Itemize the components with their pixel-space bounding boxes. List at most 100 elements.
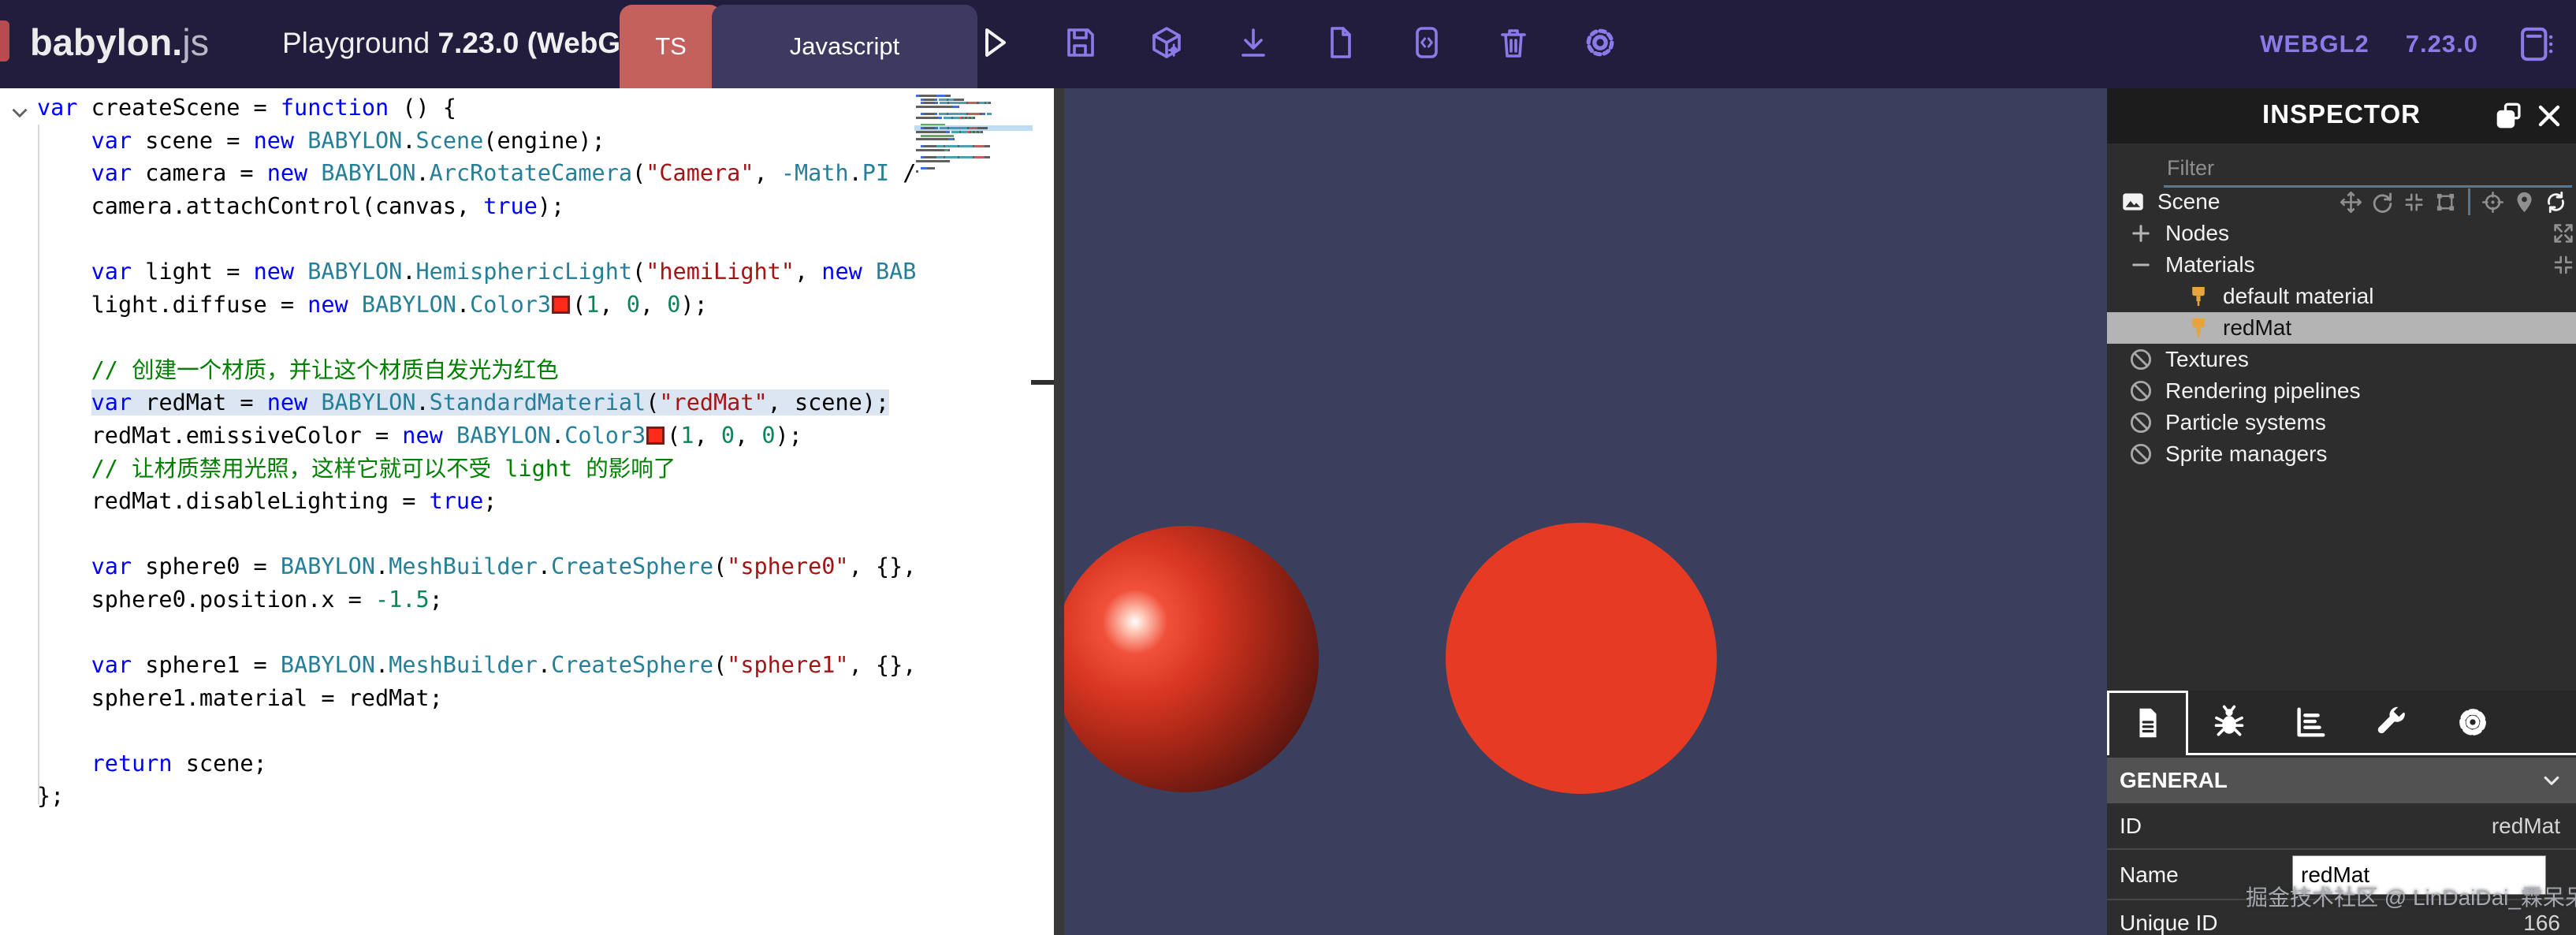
code-line[interactable]: // 让材质禁用光照，这样它就可以不受 light 的影响了 (37, 453, 915, 486)
move-gizmo-icon[interactable] (2339, 190, 2363, 214)
paintbrush-icon[interactable] (2185, 283, 2212, 310)
property-tab-strip (2107, 691, 2576, 755)
slash-circle-icon[interactable] (2127, 346, 2154, 373)
code-line[interactable]: sphere1.material = redMat; (37, 682, 915, 715)
tree-item-label: Nodes (2165, 221, 2229, 246)
new-file-icon[interactable] (1321, 24, 1359, 61)
code-line[interactable]: var createScene = function () { (37, 91, 915, 125)
tree-item-particle-systems[interactable]: Particle systems (2107, 407, 2576, 438)
image-icon[interactable] (2120, 188, 2146, 215)
code-area[interactable]: var createScene = function () { var scen… (37, 91, 915, 813)
collapse-icon[interactable] (2551, 252, 2576, 278)
code-line[interactable]: redMat.emissiveColor = new BABYLON.Color… (37, 419, 915, 453)
rotate-gizmo-icon[interactable] (2370, 190, 2395, 214)
settings-gear-icon[interactable] (1581, 24, 1619, 61)
download-icon[interactable] (1234, 24, 1272, 61)
expand-icon[interactable] (2551, 221, 2576, 246)
code-line[interactable]: var scene = new BABYLON.Scene(engine); (37, 125, 915, 158)
code-line[interactable] (37, 617, 915, 650)
save-icon[interactable] (1061, 24, 1099, 61)
code-line[interactable] (37, 518, 915, 551)
code-line[interactable]: light.diffuse = new BABYLON.Color3(1, 0,… (37, 289, 915, 322)
filter-field (2164, 155, 2574, 188)
code-line[interactable]: sphere0.position.x = -1.5; (37, 583, 915, 617)
property-tab-file-text[interactable] (2107, 691, 2188, 755)
unique-id-label: Unique ID (2120, 911, 2218, 935)
color3-swatch-icon[interactable] (552, 296, 570, 314)
code-line[interactable] (37, 222, 915, 255)
property-tab-stats[interactable] (2269, 691, 2351, 755)
toolbar-separator (2468, 188, 2470, 215)
minus-icon[interactable] (2127, 251, 2154, 278)
property-tab-bug[interactable] (2188, 691, 2269, 755)
playground-title: Playground 7.23.0 (WebGL2) (282, 27, 664, 60)
general-section-title: GENERAL (2120, 768, 2228, 793)
file-text-icon (2130, 705, 2166, 743)
inspector-header: INSPECTOR (2107, 88, 2576, 143)
tree-item-textures[interactable]: Textures (2107, 344, 2576, 375)
tree-item-nodes[interactable]: Nodes (2107, 218, 2576, 249)
picker-icon[interactable] (2481, 190, 2505, 214)
gear-filled-icon (2455, 704, 2491, 743)
filter-input[interactable] (2164, 155, 2572, 188)
code-line[interactable]: var sphere0 = BABYLON.MeshBuilder.Create… (37, 550, 915, 583)
splitter-handle[interactable] (1031, 380, 1054, 385)
slash-circle-icon[interactable] (2127, 409, 2154, 436)
plus-icon[interactable] (2127, 220, 2154, 247)
sphere1-emissive (1446, 523, 1717, 794)
slash-circle-icon[interactable] (2127, 378, 2154, 404)
tree-item-default-material[interactable]: default material (2107, 281, 2576, 312)
tree-item-scene[interactable]: Scene (2107, 186, 2576, 218)
chevron-down-icon (2538, 767, 2565, 794)
render-canvas[interactable] (1064, 88, 2107, 935)
property-tab-gear-filled[interactable] (2432, 691, 2513, 755)
close-icon[interactable] (2532, 99, 2567, 133)
slash-circle-icon[interactable] (2127, 441, 2154, 468)
play-icon[interactable] (974, 24, 1012, 61)
sphere0-shaded (1064, 526, 1319, 792)
code-line[interactable]: var redMat = new BABYLON.StandardMateria… (37, 386, 915, 419)
color3-swatch-icon[interactable] (646, 427, 664, 445)
property-tab-wrench[interactable] (2351, 691, 2432, 755)
code-line[interactable]: return scene; (37, 747, 915, 780)
code-line[interactable]: redMat.disableLighting = true; (37, 485, 915, 518)
export-mesh-icon[interactable] (1148, 24, 1186, 61)
version-badge: 7.23.0 (2406, 30, 2478, 58)
webgl-badge: WEBGL2 (2260, 30, 2369, 58)
general-section-header[interactable]: GENERAL (2107, 758, 2576, 803)
scale-gizmo-icon[interactable] (2402, 190, 2426, 214)
code-line[interactable] (37, 321, 915, 354)
property-row-id: ID redMat (2107, 803, 2576, 850)
tab-typescript[interactable]: TS (620, 5, 722, 88)
tree-item-sprite-managers[interactable]: Sprite managers (2107, 438, 2576, 470)
delete-icon[interactable] (1495, 24, 1532, 61)
editor-canvas-splitter[interactable] (1054, 88, 1064, 935)
babylon-playground-window: babylon.js Playground 7.23.0 (WebGL2) TS… (0, 0, 2576, 935)
babylon-logo[interactable]: babylon.js (30, 20, 209, 64)
minimap[interactable] (916, 95, 1031, 174)
docs-icon[interactable] (2515, 20, 2557, 68)
code-line[interactable]: }; (37, 780, 915, 813)
tree-item-label: default material (2223, 284, 2373, 309)
code-line[interactable]: // 创建一个材质，并让这个材质自发光为红色 (37, 354, 915, 387)
tree-item-redmat[interactable]: redMat (2107, 312, 2576, 344)
bounding-box-icon[interactable] (2433, 190, 2458, 214)
code-line[interactable]: camera.attachControl(canvas, true); (37, 190, 915, 223)
tree-item-label: Materials (2165, 252, 2255, 278)
tree-item-label: Rendering pipelines (2165, 378, 2361, 404)
tab-javascript[interactable]: Javascript (712, 5, 977, 88)
tree-item-materials[interactable]: Materials (2107, 249, 2576, 281)
popup-icon[interactable] (2492, 99, 2527, 133)
tree-item-rendering-pipelines[interactable]: Rendering pipelines (2107, 375, 2576, 407)
logo-text-bold: babylon. (30, 21, 182, 63)
code-editor[interactable]: var createScene = function () { var scen… (0, 88, 1054, 935)
fold-chevron-icon[interactable] (6, 99, 33, 126)
refresh-icon[interactable] (2544, 190, 2568, 214)
code-line[interactable]: var sphere1 = BABYLON.MeshBuilder.Create… (37, 649, 915, 682)
embed-code-icon[interactable] (1408, 24, 1446, 61)
code-line[interactable]: var light = new BABYLON.HemisphericLight… (37, 255, 915, 289)
code-line[interactable]: var camera = new BABYLON.ArcRotateCamera… (37, 157, 915, 190)
code-line[interactable] (37, 714, 915, 747)
paintbrush-icon[interactable] (2185, 315, 2212, 341)
location-icon[interactable] (2512, 190, 2537, 214)
